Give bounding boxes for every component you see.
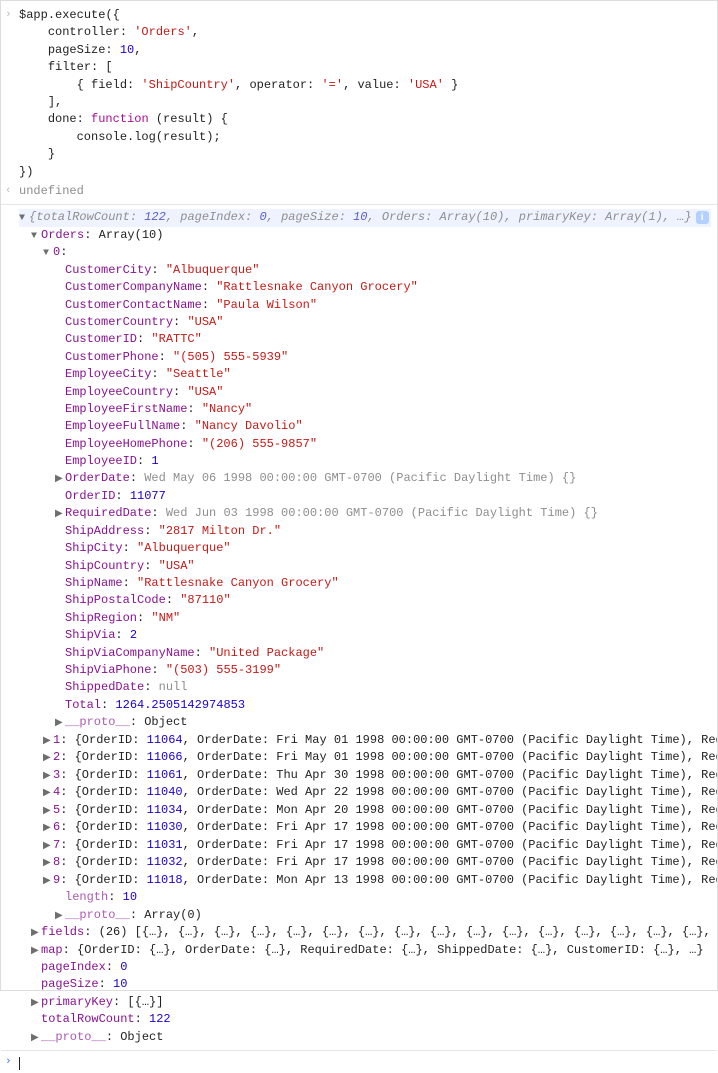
orders-item-collapsed-row[interactable]: 5: {OrderID: 11034, OrderDate: Mon Apr 2… [19,802,711,820]
property-row[interactable]: EmployeeFirstName: "Nancy" [19,401,711,418]
orders-item-collapsed-row[interactable]: 4: {OrderID: 11040, OrderDate: Wed Apr 2… [19,784,711,802]
property-row[interactable]: CustomerContactName: "Paula Wilson" [19,297,711,314]
property-row[interactable]: CustomerPhone: "(505) 555-5939" [19,349,711,366]
divider [1,204,717,205]
expand-toggle-icon[interactable] [43,822,53,837]
property-row[interactable]: ShipName: "Rattlesnake Canyon Grocery" [19,575,711,592]
property-row[interactable]: Total: 1264.2505142974853 [19,697,711,714]
expand-toggle-icon[interactable] [19,212,29,227]
fields-row[interactable]: fields: (26) [{…}, {…}, {…}, {…}, {…}, {… [19,924,711,942]
pagesize-row[interactable]: pageSize: 10 [19,976,711,993]
property-row[interactable]: ShipViaPhone: "(503) 555-3199" [19,662,711,679]
property-row[interactable]: ShipViaCompanyName: "United Package" [19,645,711,662]
output-marker-icon: ‹ [5,184,12,200]
expand-toggle-icon[interactable] [43,805,53,820]
property-row[interactable]: ShippedDate: null [19,679,711,696]
expand-toggle-icon[interactable] [43,735,53,750]
orders-item-collapsed-row[interactable]: 2: {OrderID: 11066, OrderDate: Fri May 0… [19,749,711,767]
expand-toggle-icon[interactable] [55,717,65,732]
return-value: undefined [19,183,84,200]
console-prompt[interactable]: › [1,1050,717,1072]
orders-item-collapsed-row[interactable]: 3: {OrderID: 11061, OrderDate: Thu Apr 3… [19,767,711,785]
orders-item-collapsed-row[interactable]: 7: {OrderID: 11031, OrderDate: Fri Apr 1… [19,837,711,855]
orders-item-0-row[interactable]: 0: [19,244,711,262]
expand-toggle-icon[interactable] [31,927,41,942]
orders-array-row[interactable]: Orders: Array(10) [19,227,711,245]
property-row[interactable]: ShipCity: "Albuquerque" [19,540,711,557]
primarykey-row[interactable]: primaryKey: [{…}] [19,994,711,1012]
input-code: $app.execute({ controller: 'Orders', pag… [19,7,458,181]
property-row[interactable]: EmployeeCountry: "USA" [19,384,711,401]
length-row[interactable]: length: 10 [19,889,711,906]
property-row[interactable]: EmployeeHomePhone: "(206) 555-9857" [19,436,711,453]
property-row[interactable]: ShipPostalCode: "87110" [19,592,711,609]
property-row[interactable]: ShipAddress: "2817 Milton Dr." [19,523,711,540]
totalrowcount-row[interactable]: totalRowCount: 122 [19,1011,711,1028]
expand-toggle-icon[interactable] [31,1032,41,1047]
proto-row[interactable]: __proto__: Array(0) [19,907,711,925]
console-return: ‹ undefined [1,183,717,200]
info-icon[interactable]: i [696,211,709,224]
expand-toggle-icon[interactable] [43,752,53,767]
property-row[interactable]: OrderID: 11077 [19,488,711,505]
property-row[interactable]: EmployeeFullName: "Nancy Davolio" [19,418,711,435]
expand-toggle-icon[interactable] [55,473,65,488]
property-row[interactable]: ShipVia: 2 [19,627,711,644]
expand-toggle-icon[interactable] [31,997,41,1012]
console-log-output: {totalRowCount: 122, pageIndex: 0, pageS… [1,209,717,1046]
pageindex-row[interactable]: pageIndex: 0 [19,959,711,976]
expand-toggle-icon[interactable] [43,247,53,262]
expand-toggle-icon[interactable] [55,910,65,925]
property-row[interactable]: CustomerCompanyName: "Rattlesnake Canyon… [19,279,711,296]
expand-toggle-icon[interactable] [43,840,53,855]
console-input: › $app.execute({ controller: 'Orders', p… [1,7,717,181]
caret-icon [19,1057,20,1070]
orders-item-collapsed-row[interactable]: 6: {OrderID: 11030, OrderDate: Fri Apr 1… [19,819,711,837]
proto-row[interactable]: __proto__: Object [19,1029,711,1047]
expand-toggle-icon[interactable] [43,770,53,785]
expand-toggle-icon[interactable] [43,875,53,890]
property-row[interactable]: EmployeeID: 1 [19,453,711,470]
input-marker-icon: › [5,8,12,24]
property-row[interactable]: CustomerID: "RATTC" [19,331,711,348]
orders-item-collapsed-row[interactable]: 8: {OrderID: 11032, OrderDate: Fri Apr 1… [19,854,711,872]
prompt-marker-icon: › [5,1055,12,1071]
expand-toggle-icon[interactable] [55,508,65,523]
property-row[interactable]: ShipRegion: "NM" [19,610,711,627]
property-row[interactable]: EmployeeCity: "Seattle" [19,366,711,383]
expand-toggle-icon[interactable] [31,945,41,960]
object-summary-row[interactable]: {totalRowCount: 122, pageIndex: 0, pageS… [19,209,711,227]
orders-item-collapsed-row[interactable]: 9: {OrderID: 11018, OrderDate: Mon Apr 1… [19,872,711,890]
property-row[interactable]: ShipCountry: "USA" [19,558,711,575]
expand-toggle-icon[interactable] [31,230,41,245]
orders-item-collapsed-row[interactable]: 1: {OrderID: 11064, OrderDate: Fri May 0… [19,732,711,750]
property-row[interactable]: RequiredDate: Wed Jun 03 1998 00:00:00 G… [19,505,711,523]
property-row[interactable]: OrderDate: Wed May 06 1998 00:00:00 GMT-… [19,470,711,488]
expand-toggle-icon[interactable] [43,857,53,872]
map-row[interactable]: map: {OrderID: {…}, OrderDate: {…}, Requ… [19,942,711,960]
proto-row[interactable]: __proto__: Object [19,714,711,732]
property-row[interactable]: CustomerCountry: "USA" [19,314,711,331]
property-row[interactable]: CustomerCity: "Albuquerque" [19,262,711,279]
expand-toggle-icon[interactable] [43,787,53,802]
